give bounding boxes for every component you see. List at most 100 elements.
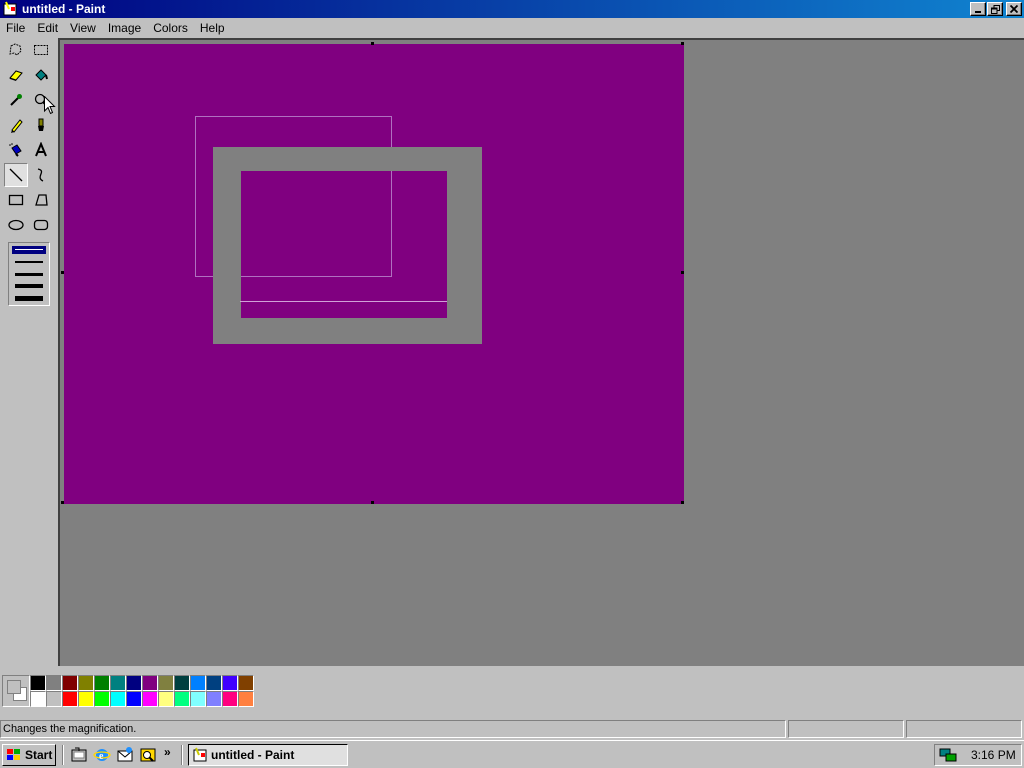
eraser-tool[interactable] [4,63,28,87]
restore-button[interactable] [987,2,1003,16]
close-button[interactable] [1006,2,1022,16]
color-swatch[interactable] [158,691,174,707]
status-bar: Changes the magnification. [0,718,1024,740]
airbrush-tool[interactable] [4,138,28,162]
brush-icon [38,118,44,131]
color-swatches [30,675,254,707]
free-form-select-tool[interactable] [4,38,28,62]
network-tray-icon[interactable] [939,747,957,763]
tool-grid [4,38,54,238]
outlook-express-icon[interactable] [116,746,134,764]
color-swatch[interactable] [126,691,142,707]
ellipse-tool[interactable] [4,213,28,237]
rounded-rectangle-tool[interactable] [29,213,53,237]
eraser-icon [9,70,23,81]
canvas-scroll-area[interactable] [58,38,1024,666]
resize-handle-right[interactable] [681,271,684,274]
taskbar-button-label: untitled - Paint [211,748,295,762]
color-swatch[interactable] [94,675,110,691]
color-swatch[interactable] [110,675,126,691]
start-button[interactable]: Start [2,744,56,766]
line-width-1[interactable] [15,249,43,250]
curve-icon [37,168,44,182]
color-swatch[interactable] [174,675,190,691]
close-icon [1010,5,1018,13]
menu-view[interactable]: View [64,21,102,35]
curve-tool[interactable] [29,163,53,187]
color-swatch[interactable] [142,691,158,707]
color-swatch[interactable] [206,675,222,691]
color-swatch[interactable] [238,691,254,707]
line-tool[interactable] [4,163,28,187]
taskbar-separator [62,745,64,765]
menu-edit[interactable]: Edit [31,21,64,35]
resize-handle-left[interactable] [61,271,64,274]
color-swatch[interactable] [30,675,46,691]
free-form-select-icon [9,43,22,56]
polygon-tool[interactable] [29,188,53,212]
color-swatch[interactable] [126,675,142,691]
resize-handle-top[interactable] [371,42,374,45]
menu-file[interactable]: File [0,21,31,35]
line-width-4[interactable] [15,284,43,288]
resize-handle-bottom-right[interactable] [681,501,684,504]
rectangle-select-icon [34,45,48,55]
eyedropper-icon [10,94,22,106]
taskbar-button-paint[interactable]: untitled - Paint [188,744,348,766]
color-swatch[interactable] [206,691,222,707]
color-swatch[interactable] [78,675,94,691]
color-swatch[interactable] [78,691,94,707]
rectangle-select-tool[interactable] [29,38,53,62]
window-title: untitled - Paint [22,2,106,16]
rectangle-icon [8,194,24,206]
line-width-3[interactable] [15,273,43,276]
color-swatch[interactable] [46,691,62,707]
color-swatch[interactable] [222,691,238,707]
internet-explorer-icon[interactable]: e [93,746,111,764]
menu-image[interactable]: Image [102,21,147,35]
color-swatch[interactable] [174,691,190,707]
color-swatch[interactable] [62,675,78,691]
show-desktop-icon[interactable] [70,746,88,764]
color-swatch[interactable] [62,691,78,707]
windows-logo-icon [7,749,20,760]
color-swatch[interactable] [142,675,158,691]
color-swatch[interactable] [238,675,254,691]
foreground-color [7,680,21,694]
polygon-icon [35,194,48,206]
pencil-tool[interactable] [4,113,28,137]
color-swatch[interactable] [94,691,110,707]
minimize-button[interactable] [970,2,986,16]
color-swatch[interactable] [158,675,174,691]
color-swatch[interactable] [190,675,206,691]
brush-tool[interactable] [29,113,53,137]
line-width-selected[interactable] [12,246,46,254]
clock[interactable]: 3:16 PM [971,748,1016,762]
line-width-2[interactable] [15,261,43,263]
drawing-canvas[interactable] [64,44,684,504]
toolbox [2,38,56,666]
resize-handle-bottom-left[interactable] [61,501,64,504]
quick-launch-more-chevron[interactable]: » [164,745,171,759]
line-width-5[interactable] [15,296,43,301]
rectangle-tool[interactable] [4,188,28,212]
view-channels-icon[interactable] [139,746,157,764]
gray-frame-rectangle [213,147,482,344]
pick-color-tool[interactable] [4,88,28,112]
fill-with-color-tool[interactable] [29,63,53,87]
paint-app-icon[interactable] [2,1,18,17]
resize-handle-bottom[interactable] [371,501,374,504]
color-swatch[interactable] [110,691,126,707]
color-swatch[interactable] [190,691,206,707]
menu-help[interactable]: Help [194,21,231,35]
text-tool[interactable] [29,138,53,162]
resize-handle-top-right[interactable] [681,42,684,45]
taskbar-separator-2 [181,745,183,765]
color-swatch[interactable] [30,691,46,707]
status-size-panel [906,720,1022,738]
current-colors[interactable] [2,675,30,707]
menu-colors[interactable]: Colors [147,21,194,35]
color-swatch[interactable] [222,675,238,691]
taskbar: Start e » untitled - Paint 3:16 PM [0,740,1024,768]
color-swatch[interactable] [46,675,62,691]
